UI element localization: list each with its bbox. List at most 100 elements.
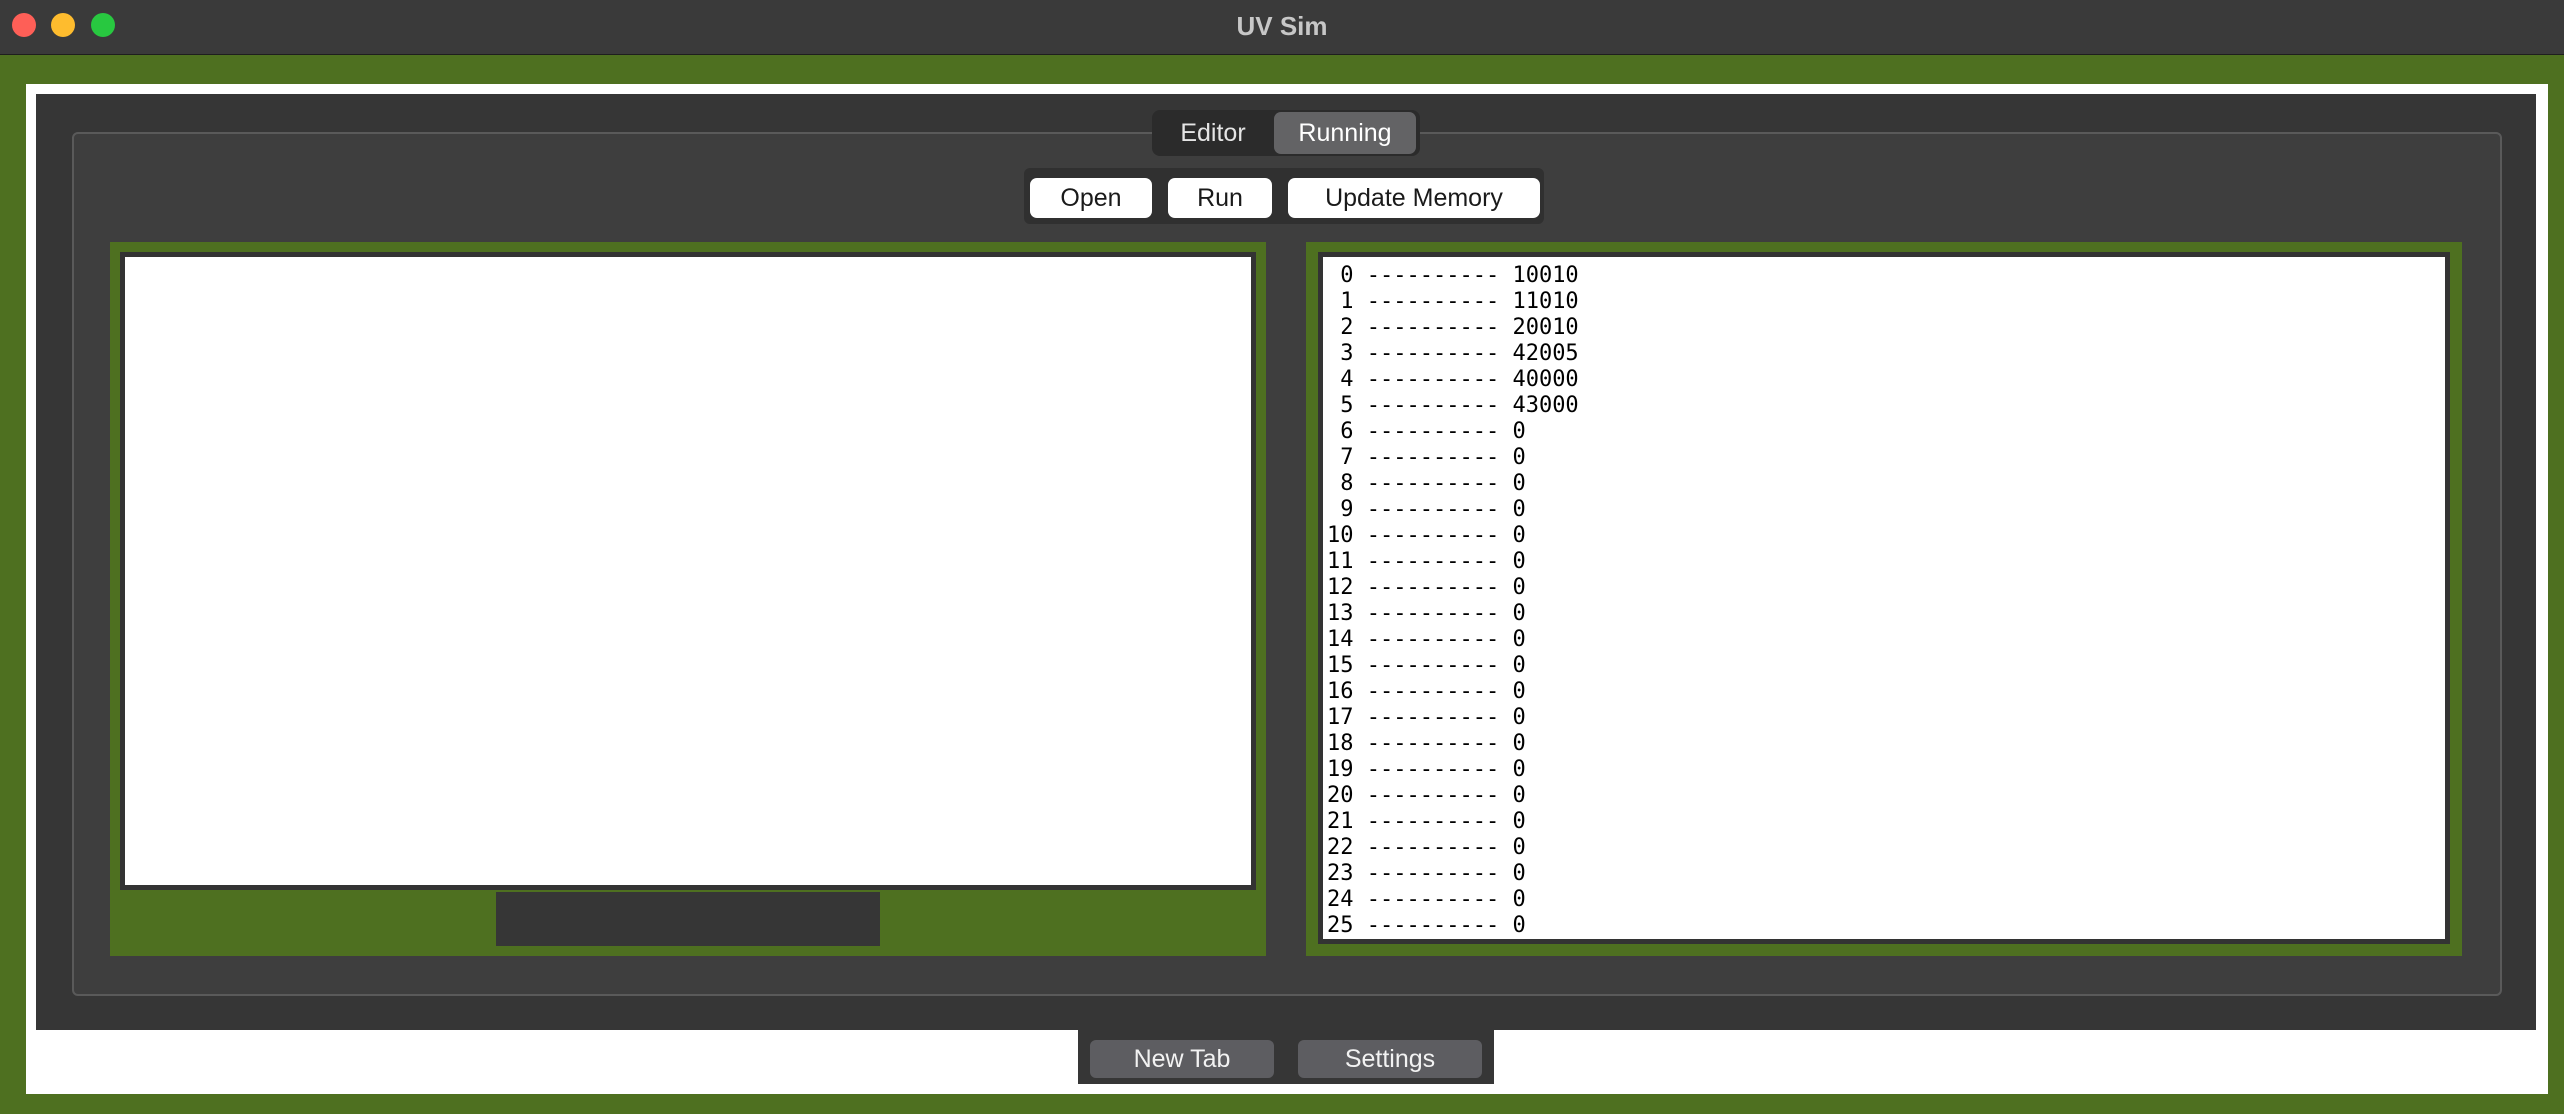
memory-separator: ----------	[1353, 263, 1513, 288]
memory-separator: ----------	[1353, 627, 1513, 652]
memory-address: 18	[1327, 731, 1354, 756]
memory-value: 0	[1512, 679, 1526, 704]
memory-value: 0	[1512, 523, 1526, 548]
memory-row: 2 ---------- 20010	[1327, 315, 2445, 341]
tab-editor[interactable]: Editor	[1156, 112, 1270, 154]
memory-separator: ----------	[1353, 705, 1513, 730]
memory-value: 0	[1512, 835, 1526, 860]
memory-address: 20	[1327, 783, 1354, 808]
memory-row: 7 ---------- 0	[1327, 445, 2445, 471]
memory-value: 0	[1512, 861, 1526, 886]
memory-separator: ----------	[1353, 653, 1513, 678]
memory-address: 19	[1327, 757, 1354, 782]
settings-button[interactable]: Settings	[1298, 1040, 1482, 1078]
memory-value: 0	[1512, 887, 1526, 912]
memory-value: 0	[1512, 419, 1526, 444]
console-output[interactable]	[120, 252, 1256, 890]
memory-value: 0	[1512, 757, 1526, 782]
memory-value: 0	[1512, 731, 1526, 756]
memory-separator: ----------	[1353, 445, 1513, 470]
memory-address: 7	[1327, 445, 1354, 470]
memory-separator: ----------	[1353, 601, 1513, 626]
memory-separator: ----------	[1353, 367, 1513, 392]
memory-value: 40000	[1512, 367, 1579, 392]
memory-row: 11 ---------- 0	[1327, 549, 2445, 575]
memory-row: 15 ---------- 0	[1327, 653, 2445, 679]
memory-row: 16 ---------- 0	[1327, 679, 2445, 705]
memory-value: 0	[1512, 627, 1526, 652]
title-bar: UV Sim	[0, 0, 2564, 55]
memory-address: 1	[1327, 289, 1354, 314]
memory-address: 16	[1327, 679, 1354, 704]
memory-address: 6	[1327, 419, 1354, 444]
memory-list: 0 ---------- 10010 1 ---------- 11010 2 …	[1323, 257, 2445, 939]
memory-address: 10	[1327, 523, 1354, 548]
memory-value: 0	[1512, 445, 1526, 470]
memory-separator: ----------	[1353, 549, 1513, 574]
memory-row: 12 ---------- 0	[1327, 575, 2445, 601]
memory-separator: ----------	[1353, 731, 1513, 756]
memory-value: 20010	[1512, 315, 1579, 340]
mode-tab-bar: Editor Running	[1152, 110, 1420, 156]
memory-value: 0	[1512, 705, 1526, 730]
memory-value: 10010	[1512, 263, 1579, 288]
console-input-field[interactable]	[496, 892, 880, 946]
memory-separator: ----------	[1353, 809, 1513, 834]
memory-row: 23 ---------- 0	[1327, 861, 2445, 887]
memory-view[interactable]: 0 ---------- 10010 1 ---------- 11010 2 …	[1318, 252, 2450, 944]
update-memory-button[interactable]: Update Memory	[1288, 178, 1540, 218]
memory-row: 10 ---------- 0	[1327, 523, 2445, 549]
memory-row: 22 ---------- 0	[1327, 835, 2445, 861]
memory-address: 4	[1327, 367, 1354, 392]
memory-address: 0	[1327, 263, 1354, 288]
memory-separator: ----------	[1353, 861, 1513, 886]
memory-value: 0	[1512, 471, 1526, 496]
memory-separator: ----------	[1353, 523, 1513, 548]
memory-row: 5 ---------- 43000	[1327, 393, 2445, 419]
memory-address: 21	[1327, 809, 1354, 834]
memory-address: 22	[1327, 835, 1354, 860]
memory-separator: ----------	[1353, 835, 1513, 860]
memory-address: 3	[1327, 341, 1354, 366]
memory-address: 11	[1327, 549, 1354, 574]
memory-row: 19 ---------- 0	[1327, 757, 2445, 783]
memory-row: 8 ---------- 0	[1327, 471, 2445, 497]
memory-address: 25	[1327, 913, 1354, 938]
memory-row: 25 ---------- 0	[1327, 913, 2445, 939]
memory-row: 6 ---------- 0	[1327, 419, 2445, 445]
memory-separator: ----------	[1353, 497, 1513, 522]
memory-row: 13 ---------- 0	[1327, 601, 2445, 627]
memory-address: 15	[1327, 653, 1354, 678]
memory-separator: ----------	[1353, 757, 1513, 782]
memory-row: 14 ---------- 0	[1327, 627, 2445, 653]
memory-row: 1 ---------- 11010	[1327, 289, 2445, 315]
memory-address: 23	[1327, 861, 1354, 886]
memory-value: 0	[1512, 549, 1526, 574]
memory-value: 0	[1512, 653, 1526, 678]
window-title: UV Sim	[1236, 11, 1328, 41]
memory-row: 24 ---------- 0	[1327, 887, 2445, 913]
memory-value: 0	[1512, 497, 1526, 522]
memory-value: 0	[1512, 783, 1526, 808]
memory-address: 17	[1327, 705, 1354, 730]
memory-separator: ----------	[1353, 887, 1513, 912]
new-tab-button[interactable]: New Tab	[1090, 1040, 1274, 1078]
memory-address: 13	[1327, 601, 1354, 626]
memory-separator: ----------	[1353, 679, 1513, 704]
run-button[interactable]: Run	[1168, 178, 1272, 218]
open-button[interactable]: Open	[1030, 178, 1152, 218]
memory-separator: ----------	[1353, 575, 1513, 600]
memory-address: 9	[1327, 497, 1354, 522]
memory-separator: ----------	[1353, 783, 1513, 808]
memory-row: 17 ---------- 0	[1327, 705, 2445, 731]
memory-separator: ----------	[1353, 289, 1513, 314]
memory-address: 14	[1327, 627, 1354, 652]
tab-running[interactable]: Running	[1274, 112, 1416, 154]
memory-separator: ----------	[1353, 419, 1513, 444]
memory-row: 4 ---------- 40000	[1327, 367, 2445, 393]
memory-value: 0	[1512, 809, 1526, 834]
memory-separator: ----------	[1353, 913, 1513, 938]
memory-value: 43000	[1512, 393, 1579, 418]
memory-address: 5	[1327, 393, 1354, 418]
memory-value: 0	[1512, 913, 1526, 938]
